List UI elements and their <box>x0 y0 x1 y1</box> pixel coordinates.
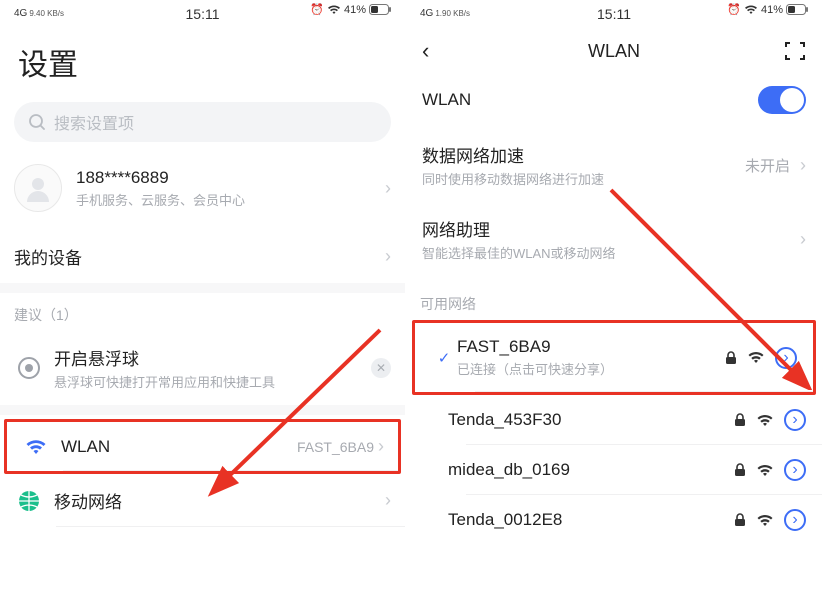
suggestion-row[interactable]: 开启悬浮球 悬浮球可快捷打开常用应用和快捷工具 ✕ <box>0 331 405 405</box>
network-name: Tenda_453F30 <box>448 410 561 430</box>
account-phone: 188****6889 <box>76 168 245 188</box>
network-detail-button[interactable]: › <box>784 509 806 531</box>
suggestions-label: 建议（1） <box>0 293 405 331</box>
chevron-right-icon: › <box>378 436 384 457</box>
wifi-network-row[interactable]: ✓FAST_6BA9 已连接（点击可快速分享） › <box>412 320 816 395</box>
wlan-value: FAST_6BA9 <box>297 439 374 455</box>
page-title: 设置 <box>0 26 405 98</box>
my-device-label: 我的设备 <box>14 244 82 269</box>
available-networks-label: 可用网络 <box>406 276 822 320</box>
search-icon <box>28 113 46 131</box>
account-sub: 手机服务、云服务、会员中心 <box>76 190 245 209</box>
battery-text: 41% <box>344 4 366 16</box>
wifi-icon <box>327 5 341 15</box>
wlan-switch-label: WLAN <box>422 90 471 110</box>
settings-screen: 4G 9.40 KB/s 15:11 ⏰ 41% 设置 搜索设置项 188***… <box>0 0 406 606</box>
chevron-right-icon: › <box>800 155 806 176</box>
status-bar: 4G 9.40 KB/s 15:11 ⏰ 41% <box>0 0 405 26</box>
lock-icon <box>725 351 737 365</box>
float-ball-icon <box>14 357 44 379</box>
accel-sub: 同时使用移动数据网络进行加速 <box>422 169 604 188</box>
net-speed: 1.90 KB/s <box>435 10 470 18</box>
alarm-icon: ⏰ <box>310 3 324 16</box>
lock-icon <box>734 463 746 477</box>
wlan-row[interactable]: WLAN FAST_6BA9 › <box>4 419 401 474</box>
accel-value: 未开启 <box>745 155 790 176</box>
globe-icon <box>14 490 44 512</box>
account-row[interactable]: 188****6889 手机服务、云服务、会员中心 › <box>0 146 405 230</box>
network-name: midea_db_0169 <box>448 460 570 480</box>
header-title: WLAN <box>406 41 822 62</box>
network-detail-button[interactable]: › <box>784 409 806 431</box>
wifi-network-row[interactable]: midea_db_0169 › <box>406 445 822 495</box>
wifi-strength-icon <box>756 514 774 527</box>
wlan-label: WLAN <box>61 437 110 457</box>
network-detail-button[interactable]: › <box>784 459 806 481</box>
accel-title: 数据网络加速 <box>422 142 604 167</box>
dismiss-icon[interactable]: ✕ <box>371 358 391 378</box>
connected-check-icon: ✓ <box>431 349 457 367</box>
wlan-switch[interactable] <box>758 86 806 114</box>
lock-icon <box>734 513 746 527</box>
wlan-toggle-row[interactable]: WLAN <box>406 72 822 128</box>
data-accel-row[interactable]: 数据网络加速 同时使用移动数据网络进行加速 未开启 › <box>406 128 822 202</box>
status-bar: 4G 1.90 KB/s 15:11 ⏰ 41% <box>406 0 822 26</box>
alarm-icon: ⏰ <box>727 3 741 16</box>
battery-icon <box>786 4 808 15</box>
network-name: FAST_6BA9 <box>457 337 613 357</box>
wifi-icon <box>744 5 758 15</box>
my-device-row[interactable]: 我的设备 › <box>0 230 405 283</box>
search-placeholder: 搜索设置项 <box>54 110 134 134</box>
assistant-title: 网络助理 <box>422 216 616 241</box>
suggestion-title: 开启悬浮球 <box>54 345 275 370</box>
cellular-label: 移动网络 <box>54 488 122 513</box>
network-detail-button[interactable]: › <box>775 347 797 369</box>
battery-text: 41% <box>761 4 783 16</box>
network-name: Tenda_0012E8 <box>448 510 562 530</box>
wifi-icon <box>21 438 51 456</box>
wifi-strength-icon <box>756 414 774 427</box>
wifi-network-row[interactable]: Tenda_0012E8 › <box>406 495 822 545</box>
signal-icon: 4G <box>420 9 433 19</box>
wifi-strength-icon <box>756 464 774 477</box>
chevron-right-icon: › <box>385 178 391 199</box>
chevron-right-icon: › <box>385 246 391 267</box>
signal-icon: 4G <box>14 9 27 19</box>
search-input[interactable]: 搜索设置项 <box>14 102 391 142</box>
wlan-screen: 4G 1.90 KB/s 15:11 ⏰ 41% ‹ WLAN WLAN <box>406 0 822 606</box>
suggestion-sub: 悬浮球可快捷打开常用应用和快捷工具 <box>54 372 275 391</box>
assistant-sub: 智能选择最佳的WLAN或移动网络 <box>422 243 616 262</box>
wlan-header: ‹ WLAN <box>406 26 822 72</box>
avatar <box>14 164 62 212</box>
chevron-right-icon: › <box>800 229 806 250</box>
cellular-row[interactable]: 移动网络 › <box>0 474 405 527</box>
network-sub: 已连接（点击可快速分享） <box>457 359 613 378</box>
wifi-strength-icon <box>747 351 765 364</box>
net-speed: 9.40 KB/s <box>29 10 64 18</box>
wifi-network-row[interactable]: Tenda_453F30 › <box>406 395 822 445</box>
chevron-right-icon: › <box>385 490 391 511</box>
lock-icon <box>734 413 746 427</box>
net-assistant-row[interactable]: 网络助理 智能选择最佳的WLAN或移动网络 › <box>406 202 822 276</box>
battery-icon <box>369 4 391 15</box>
